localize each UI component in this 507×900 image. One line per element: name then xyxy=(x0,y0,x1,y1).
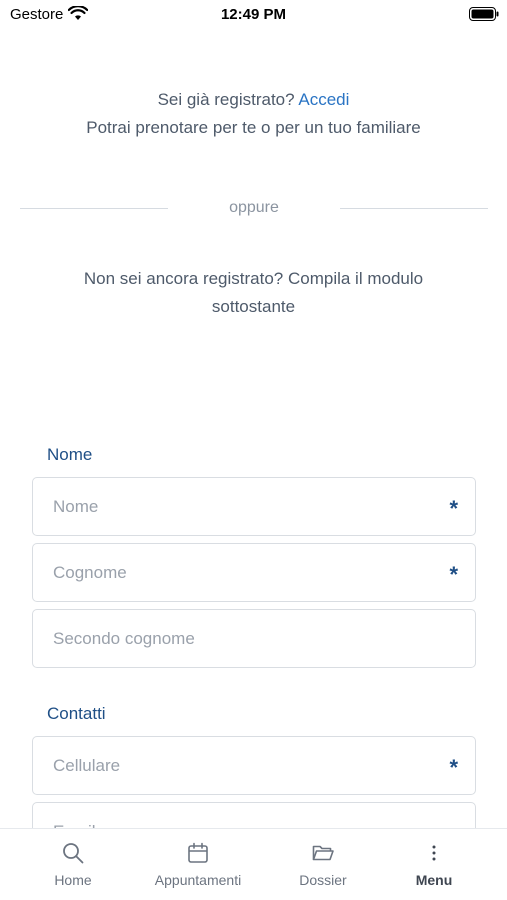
nome-field[interactable]: * xyxy=(32,477,476,536)
cognome-field[interactable]: * xyxy=(32,543,476,602)
clock: 12:49 PM xyxy=(220,6,287,23)
tab-label: Dossier xyxy=(299,872,347,888)
more-vertical-icon xyxy=(432,845,436,861)
login-link[interactable]: Accedi xyxy=(298,90,349,109)
required-marker: * xyxy=(449,496,458,521)
tab-appuntamenti[interactable]: Appuntamenti xyxy=(140,829,256,900)
battery-icon xyxy=(469,7,499,21)
nome-input[interactable] xyxy=(33,478,475,535)
search-icon xyxy=(63,843,84,864)
login-subtitle: Potrai prenotare per te o per un tuo fam… xyxy=(86,118,421,137)
secondo-cognome-field[interactable] xyxy=(32,609,476,668)
tab-menu[interactable]: Menu xyxy=(390,829,478,900)
section-title-nome: Nome xyxy=(47,445,93,464)
login-question: Sei già registrato? xyxy=(157,90,295,109)
secondo-cognome-input[interactable] xyxy=(33,610,475,667)
calendar-icon xyxy=(188,842,208,863)
cellulare-field[interactable]: * xyxy=(32,736,476,795)
login-prompt: Sei già registrato? Accedi xyxy=(0,90,507,110)
cellulare-input[interactable] xyxy=(33,737,475,794)
tab-label: Menu xyxy=(415,872,453,888)
tab-label: Home xyxy=(54,872,92,888)
required-marker: * xyxy=(449,755,458,780)
register-prompt: Non sei ancora registrato? Compila il mo… xyxy=(83,269,424,316)
divider-line-right xyxy=(340,208,488,209)
required-marker: * xyxy=(449,562,458,587)
tab-home[interactable]: Home xyxy=(20,829,126,900)
cognome-input[interactable] xyxy=(33,544,475,601)
status-bar: Gestore 12:49 PM xyxy=(0,0,507,30)
section-title-contatti: Contatti xyxy=(47,704,106,723)
tab-dossier[interactable]: Dossier xyxy=(272,829,374,900)
tab-bar: Home Appuntamenti Dossier Menu xyxy=(0,828,507,900)
or-divider: oppure xyxy=(20,198,488,220)
folder-icon xyxy=(312,845,334,861)
tab-label: Appuntamenti xyxy=(154,872,242,888)
